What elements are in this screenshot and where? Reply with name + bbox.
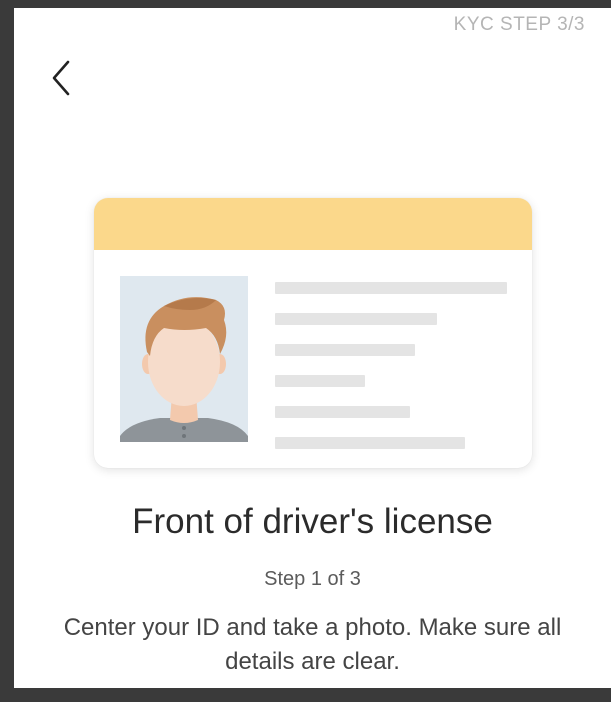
instruction-text: Center your ID and take a photo. Make su…	[63, 614, 562, 675]
step-indicator: Step 1 of 3	[264, 568, 361, 590]
id-photo	[120, 276, 248, 442]
placeholder-line-6	[275, 437, 465, 449]
placeholder-line-5	[275, 406, 410, 418]
chevron-left-icon	[52, 60, 70, 96]
kyc-screen: KYC STEP 3/3 Front of driver's license S…	[14, 8, 611, 688]
kyc-step-indicator: KYC STEP 3/3	[453, 14, 585, 35]
placeholder-line-4	[275, 375, 365, 387]
placeholder-line-1	[275, 282, 507, 294]
placeholder-line-2	[275, 313, 437, 325]
person-avatar-icon	[120, 297, 248, 442]
back-button[interactable]	[42, 58, 82, 98]
id-card-illustration	[94, 198, 532, 468]
placeholder-line-3	[275, 344, 415, 356]
page-title: Front of driver's license	[132, 502, 493, 541]
id-card-header	[94, 198, 532, 250]
device-frame: KYC STEP 3/3 Front of driver's license S…	[0, 0, 611, 702]
